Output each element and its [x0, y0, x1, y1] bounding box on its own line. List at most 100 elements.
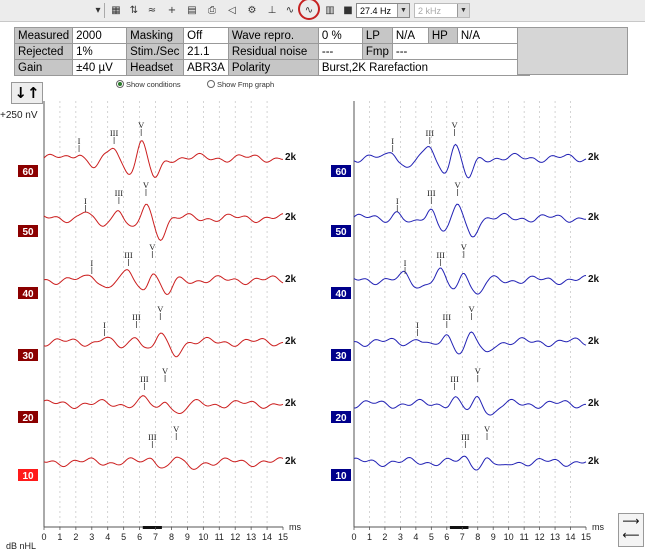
left-waveform-60[interactable]	[43, 140, 284, 178]
left-tick-label: 2	[73, 532, 78, 542]
right-level-label: 30	[335, 351, 347, 362]
left-tick-label: 3	[89, 532, 94, 542]
right-peak-label-III: III	[426, 128, 435, 138]
left-tick-label: 15	[278, 532, 288, 542]
left-tick-label: 11	[215, 532, 224, 542]
right-tick-label: 9	[491, 532, 496, 542]
right-peak-label-V: V	[455, 180, 462, 190]
right-waveform-60[interactable]	[353, 143, 587, 179]
left-level-label: 40	[22, 289, 34, 300]
right-tick-label: 11	[519, 532, 528, 542]
right-stimulus-bar	[449, 526, 469, 529]
right-frequency-label: 2k	[588, 456, 600, 467]
left-peak-label-III: III	[132, 312, 141, 322]
left-unit-label: ms	[289, 522, 301, 532]
left-peak-label-I: I	[84, 196, 87, 206]
right-tick-label: 1	[367, 532, 372, 542]
left-tick-label: 5	[121, 532, 126, 542]
left-waveform-40[interactable]	[43, 269, 284, 295]
right-tick-label: 2	[382, 532, 387, 542]
right-peak-label-III: III	[427, 188, 436, 198]
left-peak-label-V: V	[143, 180, 150, 190]
left-frequency-label: 2k	[285, 336, 297, 347]
left-waveform-30[interactable]	[43, 332, 284, 358]
right-peak-label-V: V	[461, 242, 468, 252]
left-tick-label: 14	[262, 532, 272, 542]
right-tick-label: 8	[475, 532, 480, 542]
right-tick-label: 13	[550, 532, 560, 542]
left-peak-label-III: III	[115, 188, 124, 198]
left-tick-label: 10	[198, 532, 208, 542]
right-level-label: 50	[335, 227, 347, 238]
left-frequency-label: 2k	[285, 274, 297, 285]
right-waveform-40[interactable]	[353, 267, 587, 295]
right-peak-label-V: V	[451, 120, 458, 130]
right-waveform-20[interactable]	[354, 395, 586, 416]
right-waveform-50[interactable]	[353, 203, 586, 238]
left-tick-label: 7	[153, 532, 158, 542]
left-level-label: 50	[22, 227, 34, 238]
left-tick-label: 9	[185, 532, 190, 542]
left-frequency-label: 2k	[285, 456, 297, 467]
right-tick-label: 5	[429, 532, 434, 542]
left-peak-label-V: V	[149, 242, 156, 252]
left-peak-label-V: V	[162, 366, 169, 376]
right-tick-label: 14	[566, 532, 576, 542]
right-frequency-label: 2k	[588, 336, 600, 347]
left-tick-label: 13	[246, 532, 256, 542]
left-peak-label-V: V	[157, 304, 164, 314]
right-waveform-30[interactable]	[354, 331, 587, 355]
navigate-arrows-button[interactable]: ⟶ ⟵	[618, 513, 644, 547]
right-tick-label: 15	[581, 532, 591, 542]
right-peak-label-I: I	[391, 136, 394, 146]
abr-waveform-area[interactable]: 0 1 2 3 4 5 6 7 8 9 10 11 12 13 14 15msIIIIV602kIIIIV50…	[0, 0, 645, 555]
left-level-label: 60	[22, 167, 34, 178]
right-frequency-label: 2k	[588, 398, 600, 409]
left-peak-label-I: I	[90, 258, 93, 268]
left-stimulus-bar	[142, 526, 162, 529]
left-frequency-label: 2k	[285, 152, 297, 163]
left-peak-label-V: V	[138, 120, 145, 130]
right-tick-label: 10	[504, 532, 514, 542]
left-tick-label: 4	[105, 532, 110, 542]
left-peak-label-III: III	[140, 374, 149, 384]
left-waveform-20[interactable]	[43, 395, 284, 415]
right-frequency-label: 2k	[588, 212, 600, 223]
left-peak-label-I: I	[78, 136, 81, 146]
left-peak-label-III: III	[110, 128, 119, 138]
db-nhl-label: dB nHL	[6, 541, 36, 551]
left-tick-label: 12	[230, 532, 240, 542]
right-tick-label: 12	[535, 532, 545, 542]
right-tick-label: 3	[398, 532, 403, 542]
left-peak-label-I: I	[103, 320, 106, 330]
right-frequency-label: 2k	[588, 152, 600, 163]
right-unit-label: ms	[592, 522, 604, 532]
right-level-label: 20	[335, 413, 347, 424]
right-peak-label-III: III	[443, 312, 452, 322]
right-peak-label-III: III	[436, 250, 445, 260]
left-level-label: 20	[22, 413, 34, 424]
left-peak-label-V: V	[173, 424, 180, 434]
right-level-label: 10	[335, 471, 347, 482]
left-tick-label: 0	[41, 532, 46, 542]
left-level-label: 10	[22, 471, 34, 482]
left-waveform-50[interactable]	[43, 203, 284, 242]
right-peak-label-V: V	[484, 424, 491, 434]
left-tick-label: 1	[57, 532, 62, 542]
right-level-label: 40	[335, 289, 347, 300]
right-peak-label-V: V	[475, 366, 482, 376]
left-peak-label-III: III	[148, 432, 157, 442]
left-peak-label-III: III	[124, 250, 133, 260]
left-frequency-label: 2k	[285, 212, 297, 223]
left-tick-label: 8	[169, 532, 174, 542]
left-waveform-10[interactable]	[43, 456, 284, 470]
right-level-label: 60	[335, 167, 347, 178]
right-tick-label: 7	[460, 532, 465, 542]
right-peak-label-III: III	[461, 432, 470, 442]
left-level-label: 30	[22, 351, 34, 362]
right-tick-label: 4	[413, 532, 418, 542]
right-waveform-10[interactable]	[353, 455, 587, 471]
left-tick-label: 6	[137, 532, 142, 542]
right-peak-label-I: I	[404, 258, 407, 268]
right-peak-label-I: I	[396, 196, 399, 206]
